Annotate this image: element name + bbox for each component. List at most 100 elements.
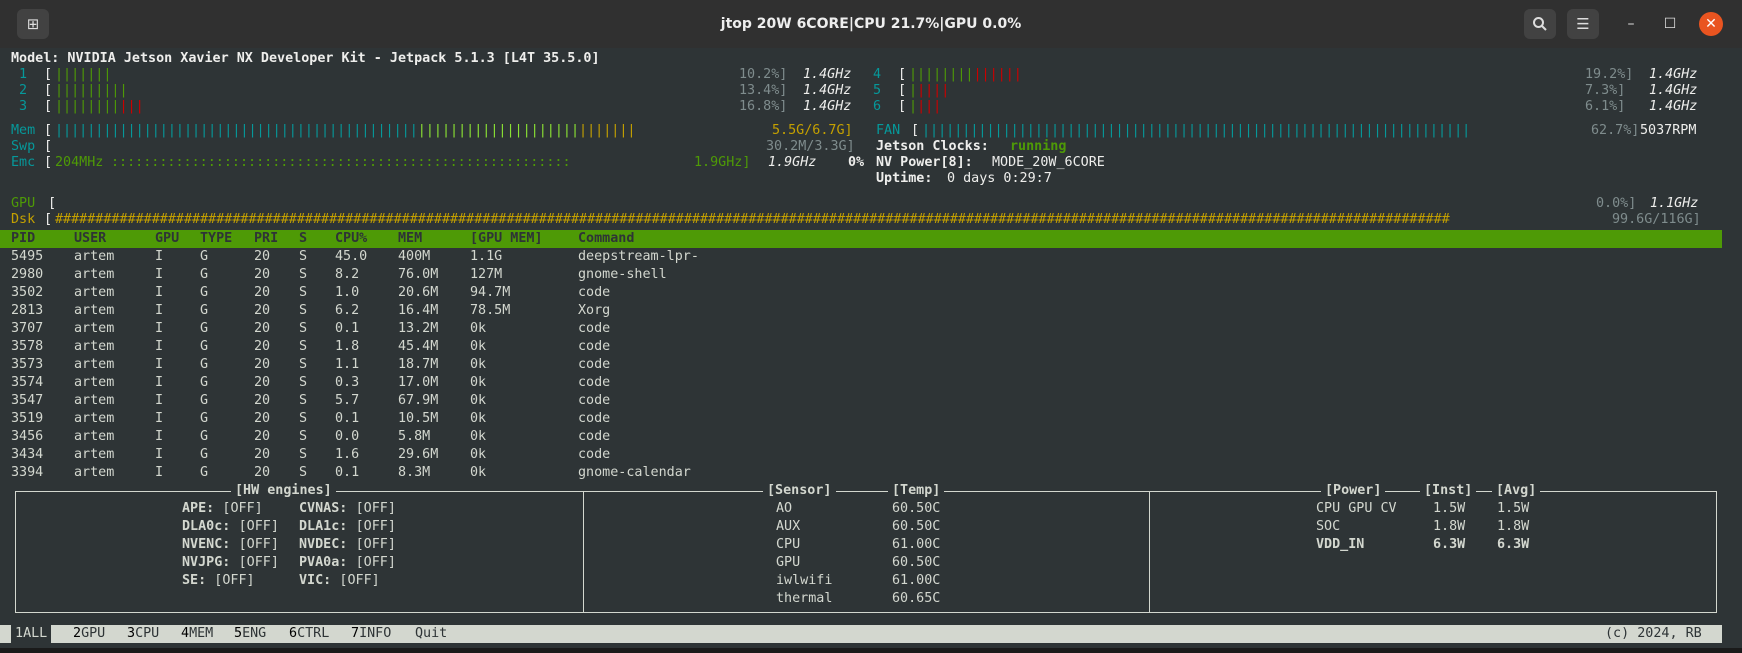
table-cell: 1.6 bbox=[335, 447, 360, 462]
table-cell: I bbox=[155, 447, 164, 462]
table-cell: I bbox=[155, 393, 164, 408]
table-cell: 13.2M bbox=[398, 321, 439, 336]
footer-tab-key: 4 bbox=[181, 626, 190, 641]
table-cell: artem bbox=[74, 285, 115, 300]
maximize-button[interactable]: ☐ bbox=[1658, 12, 1682, 36]
search-icon bbox=[1533, 17, 1547, 31]
column-header[interactable]: USER bbox=[74, 230, 106, 248]
table-cell: S bbox=[299, 465, 308, 480]
table-cell: S bbox=[299, 267, 308, 282]
table-cell: S bbox=[299, 303, 308, 318]
table-cell: 0k bbox=[470, 357, 487, 372]
footer-tab-ctrl[interactable]: 6CTRL bbox=[289, 625, 329, 643]
table-cell: 6.2 bbox=[335, 303, 360, 318]
column-header[interactable]: GPU bbox=[155, 230, 179, 248]
hw-engine-label: NVENC: bbox=[182, 537, 231, 552]
cpu-bar-user: ||||||||| bbox=[55, 83, 128, 98]
footer-tab-info[interactable]: 7INFO bbox=[351, 625, 391, 643]
footer-tab-eng[interactable]: 5ENG bbox=[234, 625, 266, 643]
footer-tab-mem[interactable]: 4MEM bbox=[181, 625, 213, 643]
table-cell: Xorg bbox=[578, 303, 611, 318]
hw-engine-value: [OFF] bbox=[355, 519, 396, 534]
table-cell: G bbox=[200, 429, 209, 444]
table-cell[interactable]: 3707 bbox=[11, 320, 43, 338]
sensor-temp: 60.50C bbox=[892, 519, 941, 534]
hamburger-menu-icon: ☰ bbox=[1576, 15, 1590, 33]
table-cell[interactable]: 3519 bbox=[11, 410, 43, 428]
table-cell: 0k bbox=[470, 321, 487, 336]
table-cell[interactable]: 3573 bbox=[11, 356, 43, 374]
table-cell[interactable]: 5495 bbox=[11, 248, 43, 266]
table-cell[interactable]: 3434 bbox=[11, 446, 43, 464]
emc-bar: ::::::::::::::::::::::::::::::::::::::::… bbox=[111, 155, 571, 170]
table-cell[interactable]: 3502 bbox=[11, 284, 43, 302]
uptime-label: Uptime: bbox=[876, 171, 933, 186]
close-button[interactable]: ✕ bbox=[1699, 12, 1723, 36]
table-cell[interactable]: 3547 bbox=[11, 392, 43, 410]
table-cell[interactable]: 2813 bbox=[11, 302, 43, 320]
footer-tab-label: ENG bbox=[242, 626, 267, 641]
table-cell: artem bbox=[74, 267, 115, 282]
footer-tab-quit[interactable]: Quit bbox=[415, 625, 447, 643]
table-cell: I bbox=[155, 429, 164, 444]
table-cell: 1.1 bbox=[335, 357, 360, 372]
column-header[interactable]: TYPE bbox=[200, 230, 232, 248]
emc-label: Emc bbox=[11, 155, 36, 170]
table-cell[interactable]: 2980 bbox=[11, 266, 43, 284]
table-cell[interactable]: 3394 bbox=[11, 464, 43, 482]
sensor-temp: 61.00C bbox=[892, 537, 941, 552]
hw-engine-label: VIC: bbox=[299, 573, 332, 588]
table-cell: code bbox=[578, 447, 611, 462]
menu-button[interactable]: ☰ bbox=[1567, 9, 1599, 39]
footer-tab-cpu[interactable]: 3CPU bbox=[127, 625, 159, 643]
table-cell: artem bbox=[74, 465, 115, 480]
footer-tab-key: 7 bbox=[351, 626, 360, 641]
avg-title: [Avg] bbox=[1492, 482, 1541, 500]
table-cell: S bbox=[299, 321, 308, 336]
table-cell: 1.8 bbox=[335, 339, 360, 354]
sensor-name: AUX bbox=[776, 519, 801, 534]
table-cell: 78.5M bbox=[470, 303, 511, 318]
table-cell: S bbox=[299, 375, 308, 390]
search-button[interactable] bbox=[1524, 9, 1556, 39]
footer-tab-gpu[interactable]: 2GPU bbox=[73, 625, 105, 643]
table-cell: G bbox=[200, 393, 209, 408]
table-cell: 20 bbox=[254, 411, 271, 426]
footer-tab-key: 1 bbox=[15, 626, 24, 641]
table-cell: I bbox=[155, 303, 164, 318]
table-cell: S bbox=[299, 429, 308, 444]
hw-engine-value: [OFF] bbox=[238, 519, 279, 534]
table-cell[interactable]: 3456 bbox=[11, 428, 43, 446]
sensor-temp: 60.50C bbox=[892, 555, 941, 570]
table-cell: code bbox=[578, 411, 611, 426]
table-cell[interactable]: 3578 bbox=[11, 338, 43, 356]
column-header[interactable]: [GPU MEM] bbox=[470, 230, 543, 248]
table-cell: 0.3 bbox=[335, 375, 360, 390]
column-header[interactable]: CPU% bbox=[335, 230, 367, 248]
table-cell: 0k bbox=[470, 375, 487, 390]
footer-tab-all[interactable]: 1ALL bbox=[11, 625, 52, 643]
table-cell: I bbox=[155, 375, 164, 390]
fan-bar: ||||||||||||||||||||||||||||||||||||||||… bbox=[922, 123, 1471, 138]
hw-engine-value: [OFF] bbox=[238, 555, 279, 570]
dsk-label: Dsk bbox=[11, 212, 36, 227]
table-cell: 0.1 bbox=[335, 411, 360, 426]
table-cell: code bbox=[578, 357, 611, 372]
power-rail-name: CPU GPU CV bbox=[1316, 501, 1397, 516]
power-avg: 1.5W bbox=[1497, 501, 1530, 516]
minimize-button[interactable]: – bbox=[1619, 12, 1643, 36]
column-header[interactable]: Command bbox=[578, 230, 634, 248]
table-cell: G bbox=[200, 267, 209, 282]
column-header[interactable]: PID bbox=[11, 230, 35, 248]
cpu-bar-system: ||| bbox=[119, 99, 144, 114]
terminal-area[interactable]: Model: NVIDIA Jetson Xavier NX Developer… bbox=[0, 48, 1742, 648]
hw-engines-title: [HW engines] bbox=[231, 482, 336, 500]
table-cell: artem bbox=[74, 375, 115, 390]
column-header[interactable]: PRI bbox=[254, 230, 278, 248]
table-cell[interactable]: 3574 bbox=[11, 374, 43, 392]
cpu-freq: 1.4GHz bbox=[803, 99, 852, 114]
table-cell: code bbox=[578, 321, 611, 336]
column-header[interactable]: MEM bbox=[398, 230, 422, 248]
table-cell: 5.7 bbox=[335, 393, 360, 408]
column-header[interactable]: S bbox=[299, 230, 307, 248]
